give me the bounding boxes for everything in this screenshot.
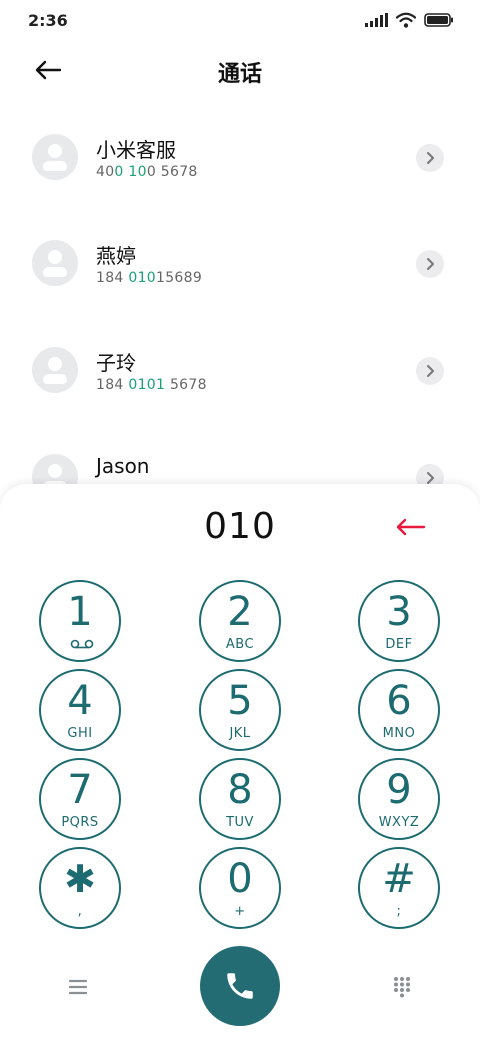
menu-icon xyxy=(68,979,88,995)
key-letters: WXYZ xyxy=(378,815,420,830)
contact-number: 184 01015689 xyxy=(96,270,203,286)
chevron-right-icon xyxy=(427,472,434,484)
key-letters: TUV xyxy=(226,815,254,830)
key-6[interactable]: 6 MNO xyxy=(358,669,440,751)
key-9[interactable]: 9 WXYZ xyxy=(358,758,440,840)
phone-icon xyxy=(227,973,253,999)
chevron-right-icon xyxy=(427,365,434,377)
wifi-icon xyxy=(396,12,416,28)
keypad-toggle-button[interactable] xyxy=(384,970,420,1004)
key-digit: # xyxy=(382,856,416,902)
avatar xyxy=(32,134,78,180)
key-letters: MNO xyxy=(382,726,416,741)
contact-number: 400 100 5678 xyxy=(96,164,198,180)
signal-icon xyxy=(365,13,388,27)
key-1[interactable]: 1 xyxy=(39,580,121,662)
contact-name: Jason xyxy=(96,454,150,478)
contact-row[interactable]: 小米客服 400 100 5678 xyxy=(0,100,480,200)
key-digit: 0 xyxy=(227,856,253,902)
key-3[interactable]: 3 DEF xyxy=(358,580,440,662)
key-star[interactable]: ✱ , xyxy=(39,847,121,929)
key-4[interactable]: 4 GHI xyxy=(39,669,121,751)
contact-detail-button[interactable] xyxy=(416,250,444,278)
key-letters: ABC xyxy=(225,637,255,652)
status-time: 2:36 xyxy=(28,11,68,30)
key-8[interactable]: 8 TUV xyxy=(199,758,281,840)
contact-name: 小米客服 xyxy=(96,138,176,162)
header: 通话 xyxy=(0,40,480,100)
voicemail-icon xyxy=(70,639,94,649)
key-digit: 4 xyxy=(67,678,93,724)
key-digit: 9 xyxy=(386,767,412,813)
key-digit: 6 xyxy=(386,678,412,724)
key-7[interactable]: 7 PQRS xyxy=(39,758,121,840)
key-2[interactable]: 2 ABC xyxy=(199,580,281,662)
menu-button[interactable] xyxy=(60,972,96,1002)
contact-detail-button[interactable] xyxy=(416,144,444,172)
chevron-right-icon xyxy=(427,152,434,164)
contact-row[interactable]: 子玲 184 0101 5678 xyxy=(0,313,480,413)
dialpad-icon xyxy=(394,977,410,998)
contact-detail-button[interactable] xyxy=(416,357,444,385)
backspace-arrow-icon xyxy=(396,518,426,536)
contact-number: 184 0101 5678 xyxy=(96,377,207,393)
key-letters: DEF xyxy=(385,637,413,652)
key-5[interactable]: 5 JKL xyxy=(199,669,281,751)
status-icons xyxy=(365,12,454,28)
key-0[interactable]: 0 + xyxy=(199,847,281,929)
avatar xyxy=(32,240,78,286)
key-digit: ✱ xyxy=(64,857,96,901)
key-letters: + xyxy=(234,904,246,919)
status-bar: 2:36 xyxy=(0,0,480,40)
key-hash[interactable]: # ; xyxy=(358,847,440,929)
battery-icon xyxy=(424,13,453,27)
page-title: 通话 xyxy=(217,62,262,87)
call-button[interactable] xyxy=(200,946,280,1026)
key-letters: , xyxy=(77,904,83,919)
dialer-sheet: 010 1 2 ABC 3 DEF 4 GHI 5 JKL 6 MNO 7 PQ… xyxy=(0,484,480,1040)
key-digit: 2 xyxy=(227,589,253,635)
key-letters: GHI xyxy=(67,726,93,741)
key-digit: 5 xyxy=(227,678,253,724)
contact-name: 燕婷 xyxy=(96,244,136,268)
backspace-button[interactable] xyxy=(390,512,430,542)
key-digit: 1 xyxy=(67,589,93,635)
avatar xyxy=(32,347,78,393)
key-digit: 7 xyxy=(67,767,93,813)
contact-row[interactable]: 燕婷 184 01015689 xyxy=(0,206,480,306)
key-letters: ; xyxy=(396,904,402,919)
key-digit: 8 xyxy=(227,767,253,813)
contact-name: 子玲 xyxy=(96,351,136,375)
key-letters: JKL xyxy=(229,726,251,741)
key-digit: 3 xyxy=(386,589,412,635)
key-letters: PQRS xyxy=(61,815,99,830)
chevron-right-icon xyxy=(427,258,434,270)
